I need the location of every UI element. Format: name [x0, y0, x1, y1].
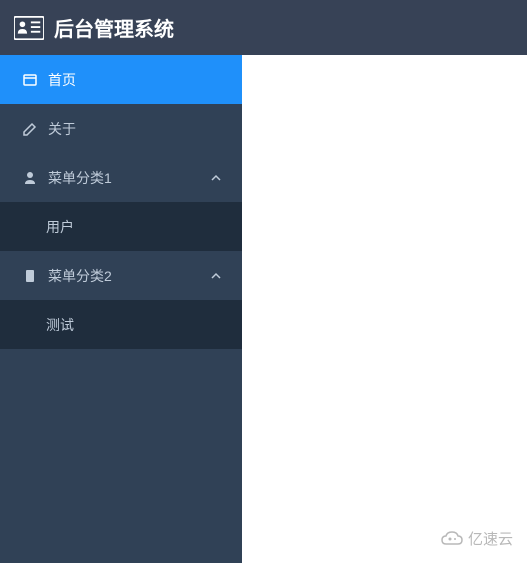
edit-icon: [22, 121, 38, 137]
app-title: 后台管理系统: [54, 13, 174, 42]
sidebar-item-category2[interactable]: 菜单分类2: [0, 251, 242, 300]
user-icon: [22, 170, 38, 186]
sidebar-item-label: 菜单分类1: [48, 168, 112, 188]
sidebar-item-category1[interactable]: 菜单分类1: [0, 153, 242, 202]
container: 首页 关于 菜单分类1 用户 菜单分类2: [0, 55, 527, 563]
header: 后台管理系统: [0, 0, 527, 55]
watermark-text: 亿速云: [468, 528, 513, 549]
doc-icon: [22, 268, 38, 284]
sidebar-item-about[interactable]: 关于: [0, 104, 242, 153]
sidebar-item-label: 用户: [46, 217, 74, 237]
watermark: 亿速云: [440, 528, 513, 549]
cloud-icon: [440, 529, 464, 549]
sidebar-item-label: 菜单分类2: [48, 266, 112, 286]
sidebar-item-label: 首页: [48, 70, 76, 90]
chevron-up-icon: [210, 172, 222, 184]
sidebar-item-home[interactable]: 首页: [0, 55, 242, 104]
chevron-up-icon: [210, 270, 222, 282]
sidebar-subitem-test[interactable]: 测试: [0, 300, 242, 349]
content-area: [242, 55, 527, 563]
sidebar-subitem-user[interactable]: 用户: [0, 202, 242, 251]
sidebar: 首页 关于 菜单分类1 用户 菜单分类2: [0, 55, 242, 563]
logo-icon: [14, 16, 44, 40]
home-icon: [22, 72, 38, 88]
sidebar-item-label: 关于: [48, 119, 76, 139]
sidebar-item-label: 测试: [46, 315, 74, 335]
